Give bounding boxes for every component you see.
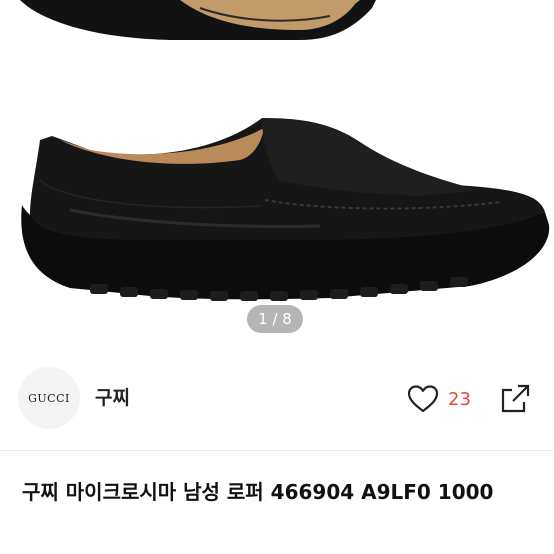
product-image-gallery[interactable]: 1 / 8 bbox=[0, 0, 554, 345]
product-title: 구찌 마이크로시마 남성 로퍼 466904 A9LF0 1000 bbox=[22, 480, 494, 504]
page-indicator: 1 / 8 bbox=[247, 305, 303, 333]
brand-logo-text: GUCCI bbox=[28, 391, 70, 405]
section-divider bbox=[0, 450, 554, 451]
like-button[interactable]: 23 bbox=[406, 383, 471, 415]
share-button[interactable] bbox=[498, 382, 532, 416]
brand-logo[interactable]: GUCCI bbox=[18, 367, 80, 429]
shop-info-row: GUCCI 구찌 23 bbox=[0, 345, 554, 450]
share-icon bbox=[501, 384, 530, 413]
heart-icon bbox=[407, 385, 439, 413]
brand-name[interactable]: 구찌 bbox=[95, 383, 130, 410]
product-photo-loafer bbox=[20, 0, 550, 301]
like-count: 23 bbox=[448, 388, 471, 410]
